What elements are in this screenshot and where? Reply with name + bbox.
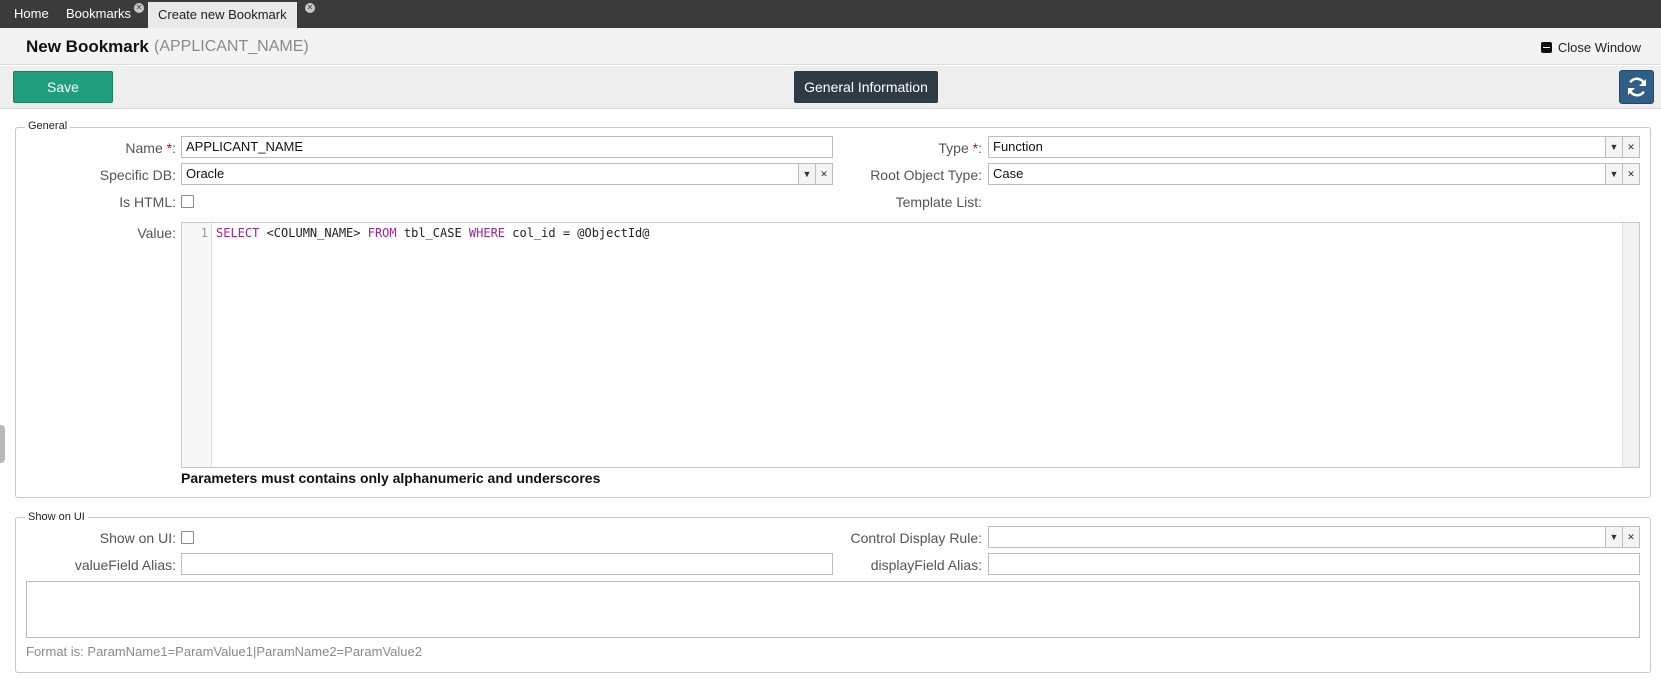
required-marker: * xyxy=(166,140,173,156)
tab-label: Create new Bookmark xyxy=(158,7,287,22)
code-editor[interactable] xyxy=(181,222,1640,468)
display-field-alias-input[interactable] xyxy=(988,553,1640,575)
tab-label: Home xyxy=(14,6,49,21)
root-object-type-select[interactable]: Case xyxy=(988,163,1606,185)
general-information-button[interactable]: General Information xyxy=(794,71,938,103)
name-label: Name *: xyxy=(125,140,176,156)
control-display-rule-select[interactable] xyxy=(988,526,1606,548)
chevron-down-icon[interactable]: ▼ xyxy=(798,163,816,185)
type-label: Type *: xyxy=(938,140,982,156)
tab-home[interactable]: Home xyxy=(0,0,49,28)
clear-icon[interactable]: ✕ xyxy=(1622,136,1640,158)
sidebar-toggle-handle[interactable] xyxy=(0,425,5,463)
code-text: <COLUMN_NAME> xyxy=(259,226,368,240)
chevron-down-icon[interactable]: ▼ xyxy=(1605,136,1623,158)
tab-label: Bookmarks xyxy=(66,6,132,21)
refresh-icon xyxy=(1627,77,1646,97)
chevron-down-icon[interactable]: ▼ xyxy=(1605,163,1623,185)
code-line[interactable]: SELECT <COLUMN_NAME> FROM tbl_CASE WHERE… xyxy=(216,226,650,240)
close-window-label: Close Window xyxy=(1557,40,1641,55)
is-html-label: Is HTML: xyxy=(119,194,176,210)
page-subtitle: (APPLICANT_NAME) xyxy=(154,38,309,55)
root-object-type-label: Root Object Type: xyxy=(870,167,982,183)
tab-create-new-bookmark[interactable]: Create new Bookmark xyxy=(148,2,297,28)
save-button[interactable]: Save xyxy=(13,71,113,103)
required-marker: * xyxy=(972,140,979,156)
minus-square-icon xyxy=(1540,42,1552,53)
clear-icon[interactable]: ✕ xyxy=(815,163,833,185)
value-field-alias-label: valueField Alias: xyxy=(74,557,176,573)
is-html-checkbox[interactable] xyxy=(181,195,194,208)
value-field-alias-input[interactable] xyxy=(181,553,833,575)
close-tab-icon[interactable]: ✕ xyxy=(305,3,315,13)
code-keyword: SELECT xyxy=(216,226,260,240)
refresh-button[interactable] xyxy=(1619,70,1654,104)
line-number: 1 xyxy=(200,226,208,240)
close-window-link[interactable]: Close Window xyxy=(1540,40,1641,55)
chevron-down-icon[interactable]: ▼ xyxy=(1605,526,1623,548)
name-input[interactable]: APPLICANT_NAME xyxy=(181,136,833,158)
type-label-text: Type xyxy=(938,140,969,156)
name-label-text: Name xyxy=(125,140,163,156)
parameters-hint: Parameters must contains only alphanumer… xyxy=(181,470,601,486)
value-label: Value: xyxy=(137,225,176,241)
display-field-alias-label: displayField Alias: xyxy=(870,557,982,573)
page-title: New Bookmark xyxy=(26,37,149,56)
show-on-ui-label: Show on UI: xyxy=(99,530,176,546)
control-display-rule-label: Control Display Rule: xyxy=(850,530,983,546)
specific-db-label: Specific DB: xyxy=(99,167,176,183)
clear-icon[interactable]: ✕ xyxy=(1622,526,1640,548)
format-hint: Format is: ParamName1=ParamValue1|ParamN… xyxy=(26,644,422,659)
clear-icon[interactable]: ✕ xyxy=(1622,163,1640,185)
editor-gutter xyxy=(182,223,212,467)
code-text: tbl_CASE xyxy=(396,226,469,240)
code-keyword: WHERE xyxy=(468,226,506,240)
editor-scrollbar[interactable] xyxy=(1622,223,1639,467)
template-list-label: Template List: xyxy=(895,194,982,210)
general-legend: General xyxy=(25,120,71,132)
type-select[interactable]: Function xyxy=(988,136,1606,158)
code-keyword: FROM xyxy=(367,226,397,240)
tab-bookmarks[interactable]: Bookmarks xyxy=(52,0,131,28)
close-tab-icon[interactable]: ✕ xyxy=(134,3,144,13)
specific-db-select[interactable]: Oracle xyxy=(181,163,799,185)
show-on-ui-checkbox[interactable] xyxy=(181,531,194,544)
code-text: col_id = @ObjectId@ xyxy=(505,226,650,240)
show-on-ui-legend: Show on UI xyxy=(25,511,88,523)
parameters-textarea[interactable] xyxy=(26,581,1640,638)
